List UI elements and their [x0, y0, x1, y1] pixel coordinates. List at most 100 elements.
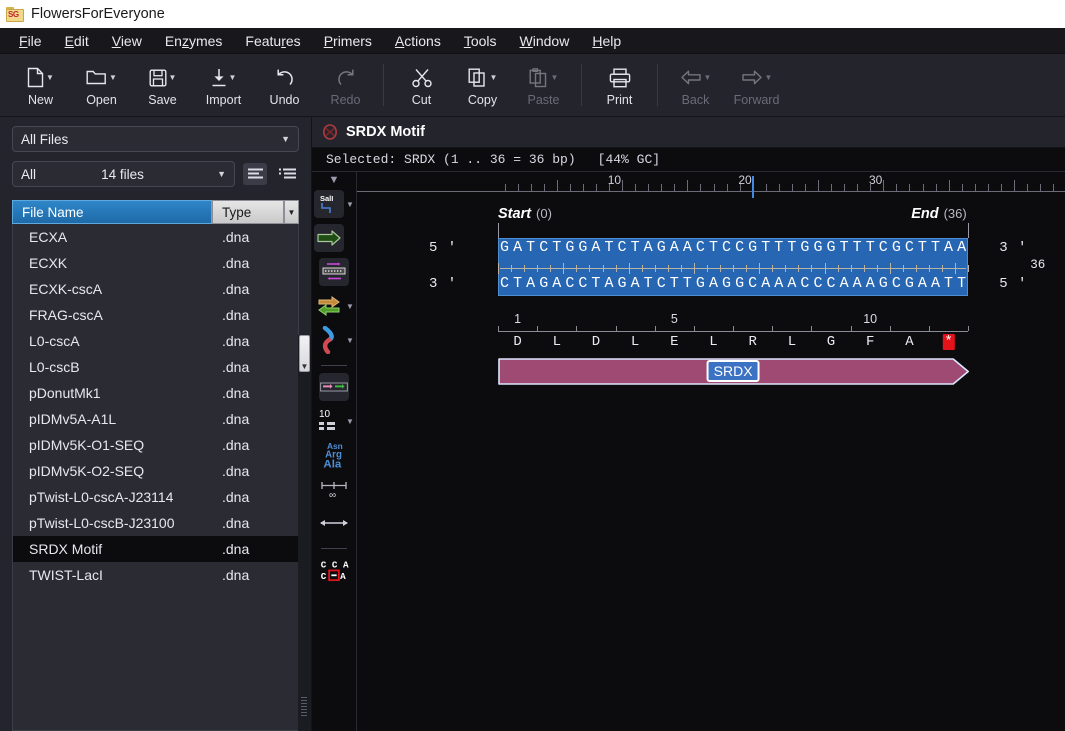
- gel-simulation-icon[interactable]: [319, 258, 349, 286]
- chevron-down-icon[interactable]: ▼: [109, 73, 117, 82]
- file-list-item[interactable]: pIDMv5A-A1L .dna: [13, 406, 298, 432]
- file-list-item[interactable]: ECXA .dna: [13, 224, 298, 250]
- import-button[interactable]: ▼ Import: [193, 54, 254, 116]
- chevron-down-icon[interactable]: ▼: [765, 73, 773, 82]
- ruler-tick: [504, 184, 506, 191]
- menu-actions[interactable]: Actions: [384, 30, 452, 52]
- sequence-cursor[interactable]: [751, 176, 754, 198]
- top-strand-sequence[interactable]: GATCTGGATCTAGAACTCCGTTTGGGTTTCGCTTAA: [498, 239, 968, 259]
- sequence-canvas[interactable]: 10 20 30 Start (0) End (36) G A T C T G G A T C T A G A A C T C…: [357, 172, 1065, 731]
- menu-tools[interactable]: Tools: [453, 30, 508, 52]
- ruler-tick: [622, 180, 624, 191]
- file-list-item[interactable]: ECXK .dna: [13, 250, 298, 276]
- orf-green-arrow-icon[interactable]: [314, 224, 344, 252]
- save-button[interactable]: ▼ Save: [132, 54, 193, 116]
- cut-button[interactable]: Cut: [391, 54, 452, 116]
- numbering-10-icon[interactable]: 10: [314, 407, 344, 435]
- print-button[interactable]: Print: [589, 54, 650, 116]
- aa-ruler-tick: [772, 326, 774, 331]
- svg-text:10: 10: [319, 409, 331, 420]
- chevron-down-icon[interactable]: ▼: [346, 417, 354, 426]
- file-list-item[interactable]: pDonutMk1 .dna: [13, 380, 298, 406]
- file-list-item[interactable]: L0-cscB .dna: [13, 354, 298, 380]
- file-scope-dropdown[interactable]: All 14 files ▼: [12, 161, 235, 187]
- double-arrow-icon[interactable]: [319, 509, 349, 537]
- srdx-feature-label[interactable]: SRDX: [706, 360, 760, 382]
- ruler-tick-label: 10: [607, 173, 622, 187]
- menu-enzymes[interactable]: Enzymes: [154, 30, 234, 52]
- chevron-down-icon[interactable]: ▼: [169, 73, 177, 82]
- flat-list-view-toggle[interactable]: [243, 163, 267, 185]
- chevron-down-icon[interactable]: ▼: [551, 73, 559, 82]
- column-options-button[interactable]: ▼: [284, 200, 299, 224]
- primers-arrows-icon[interactable]: [314, 292, 344, 320]
- feature-pair-icon[interactable]: [319, 373, 349, 401]
- file-list-header: File Name Type ▼: [12, 200, 299, 224]
- chevron-down-icon[interactable]: ▼: [346, 336, 354, 345]
- chevron-down-icon[interactable]: ▼: [490, 73, 498, 82]
- ruler-tick: [896, 184, 898, 191]
- file-list-item[interactable]: pTwist-L0-cscB-J23100 .dna: [13, 510, 298, 536]
- column-header-file-name[interactable]: File Name: [12, 200, 212, 224]
- ruler-tick: [674, 184, 676, 191]
- file-name: ECXA: [29, 229, 68, 245]
- chevron-down-icon[interactable]: ▼: [46, 73, 54, 82]
- forward-button[interactable]: ▼ Forward: [726, 54, 787, 116]
- tree-list-view-toggle[interactable]: [275, 163, 299, 185]
- undo-button[interactable]: Undo: [254, 54, 315, 116]
- length-ruler-icon[interactable]: ∞: [319, 475, 349, 503]
- file-list-item[interactable]: pIDMv5K-O2-SEQ .dna: [13, 458, 298, 484]
- dna-melt-curve-icon[interactable]: [314, 326, 344, 354]
- base-letter: G: [904, 275, 914, 292]
- copy-pages-icon: ▼: [468, 66, 498, 90]
- redo-arrow-icon: [335, 66, 357, 90]
- file-list-item[interactable]: TWIST-LacI .dna: [13, 562, 298, 588]
- file-list-item[interactable]: FRAG-cscA .dna: [13, 302, 298, 328]
- base-letter: C: [904, 239, 914, 256]
- save-disk-icon: ▼: [149, 66, 177, 90]
- redo-button[interactable]: Redo: [315, 54, 376, 116]
- translation-asn-arg-ala-icon[interactable]: Asn Arg Ala: [319, 441, 349, 471]
- file-list-item[interactable]: pTwist-L0-cscA-J23114 .dna: [13, 484, 298, 510]
- gc-content-text: [44% GC]: [597, 152, 661, 167]
- menu-window[interactable]: Window: [509, 30, 581, 52]
- file-type: .dna: [222, 437, 250, 453]
- bottom-strand-sequence[interactable]: CTAGACCTAGATCTTGAGGCAAACCCAAAGCGAATT: [498, 275, 968, 295]
- chevron-down-icon[interactable]: ▼: [704, 73, 712, 82]
- file-list-scrollbar[interactable]: ▼: [298, 335, 311, 731]
- chevron-down-icon[interactable]: ▼: [229, 73, 237, 82]
- chevron-down-icon[interactable]: ▼: [346, 200, 354, 209]
- ruler-tick: [517, 184, 519, 191]
- new-button[interactable]: ▼ New: [10, 54, 71, 116]
- aa-ruler-number: 1: [514, 312, 522, 326]
- copy-button[interactable]: ▼ Copy: [452, 54, 513, 116]
- menu-view[interactable]: View: [101, 30, 153, 52]
- base-letter: A: [761, 275, 771, 292]
- enzymes-sali-icon[interactable]: SalI: [314, 190, 344, 218]
- paste-button[interactable]: ▼ Paste: [513, 54, 574, 116]
- chevron-down-icon[interactable]: ▼: [346, 302, 354, 311]
- menu-primers[interactable]: Primers: [313, 30, 383, 52]
- document-tab[interactable]: SRDX Motif: [312, 117, 1065, 148]
- column-header-type[interactable]: Type: [212, 200, 284, 224]
- file-list-item[interactable]: L0-cscA .dna: [13, 328, 298, 354]
- mismatch-cca-icon[interactable]: C C A C A: [319, 556, 349, 584]
- menu-features[interactable]: Features: [234, 30, 311, 52]
- back-button[interactable]: ▼ Back: [665, 54, 726, 116]
- position-ruler[interactable]: 10 20 30: [357, 172, 1065, 198]
- ruler-tick: [648, 184, 650, 191]
- rail-group-enzymes: SalI ▼: [314, 190, 354, 218]
- rail-collapse-icon[interactable]: ▼: [329, 174, 340, 186]
- file-list[interactable]: ECXA .dna ECXK .dna ECXK-cscA .dna FRAG-cscA .d…: [12, 224, 299, 731]
- scrollbar-thumb[interactable]: ▼: [299, 335, 310, 372]
- file-type-filter-dropdown[interactable]: All Files ▼: [12, 126, 299, 152]
- svg-text:∞: ∞: [329, 490, 336, 499]
- file-list-item[interactable]: pIDMv5K-O1-SEQ .dna: [13, 432, 298, 458]
- aa-ruler-tick: [498, 326, 499, 331]
- menu-edit[interactable]: Edit: [54, 30, 100, 52]
- file-list-item[interactable]: SRDX Motif .dna: [13, 536, 298, 562]
- file-list-item[interactable]: ECXK-cscA .dna: [13, 276, 298, 302]
- menu-help[interactable]: Help: [581, 30, 632, 52]
- open-button[interactable]: ▼ Open: [71, 54, 132, 116]
- menu-file[interactable]: FFileile: [8, 30, 53, 52]
